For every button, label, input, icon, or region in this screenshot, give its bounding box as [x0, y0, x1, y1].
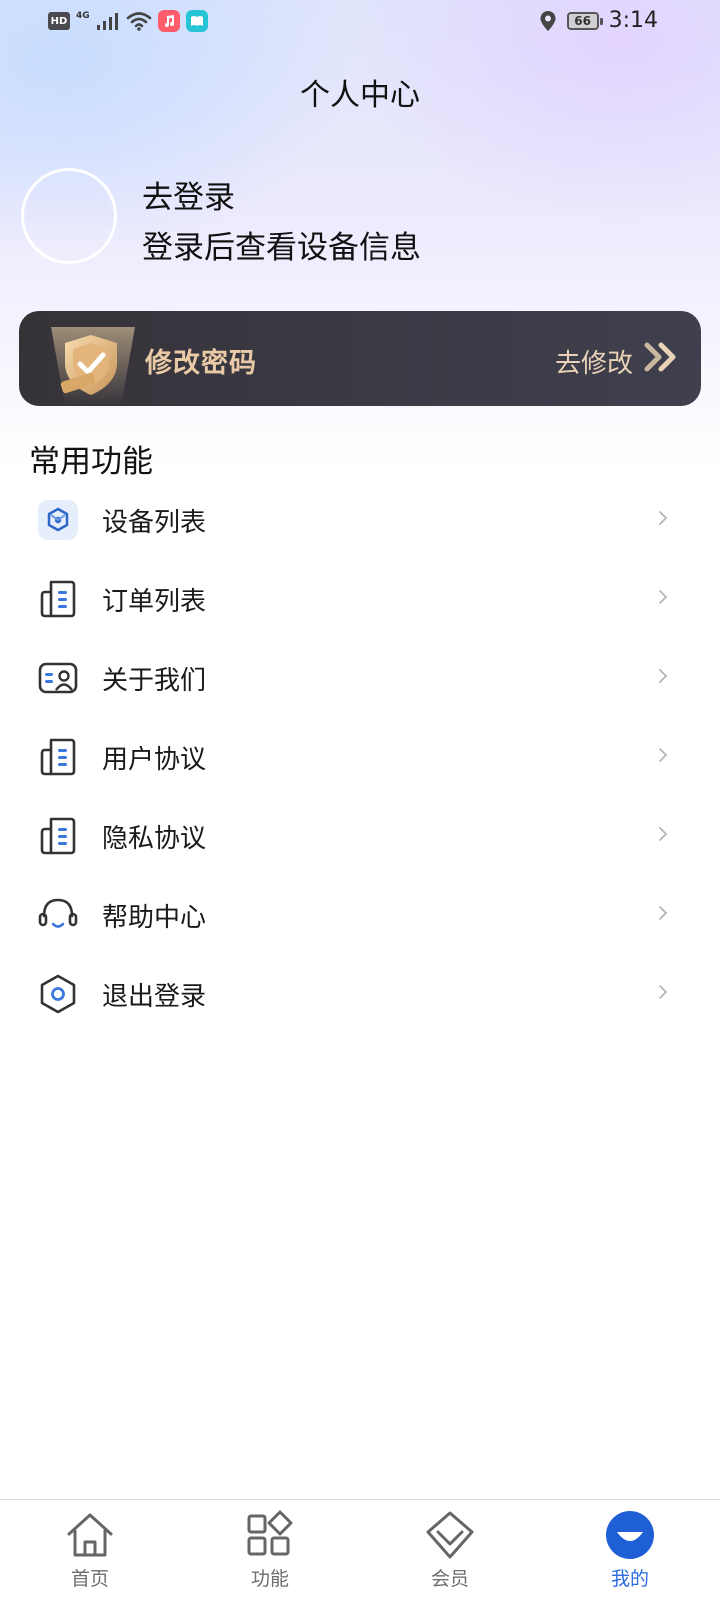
change-password-action[interactable]: 去修改	[555, 343, 633, 380]
menu-label: 设备列表	[102, 508, 207, 538]
login-hint: 登录后查看设备信息	[142, 230, 421, 266]
reader-app-icon	[185, 10, 208, 32]
menu-label: 退出登录	[102, 982, 207, 1012]
grid-icon	[247, 1510, 293, 1556]
music-app-icon	[157, 10, 180, 32]
profile-screen: HD 4G 66 3:14 个人中心 去登录 登录后查看设备信息 修改密码 去修…	[0, 0, 720, 1600]
tab-mine[interactable]: 我的	[560, 1500, 700, 1600]
status-time: 3:14	[608, 8, 658, 33]
menu-item-user-agreement[interactable]: 用户协议	[0, 717, 720, 796]
hexagon-icon	[40, 974, 76, 1014]
tab-member[interactable]: 会员	[380, 1500, 520, 1600]
page-title: 个人中心	[300, 78, 420, 113]
hd-badge: HD	[48, 12, 70, 30]
menu-label: 关于我们	[102, 666, 207, 696]
chevron-right-icon	[659, 748, 668, 762]
tab-label: 功能	[250, 1568, 289, 1590]
menu-label: 用户协议	[102, 745, 207, 775]
tab-label: 我的	[610, 1568, 649, 1590]
change-password-title: 修改密码	[145, 348, 257, 379]
tab-label: 首页	[70, 1568, 109, 1590]
chevron-right-icon	[659, 511, 668, 525]
document-icon	[40, 738, 76, 776]
menu-item-order-list[interactable]: 订单列表	[0, 559, 720, 638]
tab-label: 会员	[430, 1568, 469, 1590]
status-bar: HD 4G 66 3:14	[0, 0, 720, 48]
menu-item-logout[interactable]: 退出登录	[0, 954, 720, 1033]
battery-indicator: 66	[566, 11, 603, 30]
document-icon	[40, 580, 76, 618]
change-password-card[interactable]: 修改密码 去修改	[19, 311, 701, 406]
login-link[interactable]: 去登录	[142, 172, 235, 217]
id-card-icon	[38, 662, 78, 694]
diamond-icon	[426, 1511, 474, 1559]
common-function-list: 设备列表 订单列表 关于我们 用户协议 隐私协议 帮助中心 退出登录	[0, 480, 720, 1033]
status-left: HD 4G	[48, 10, 208, 32]
menu-item-device-list[interactable]: 设备列表	[0, 480, 720, 559]
tab-functions[interactable]: 功能	[200, 1500, 340, 1600]
profile-icon	[606, 1511, 654, 1559]
bottom-tab-bar: 首页 功能 会员 我的	[0, 1499, 720, 1600]
chevron-right-icon	[659, 985, 668, 999]
section-title-common: 常用功能	[29, 444, 153, 480]
device-icon	[38, 500, 78, 540]
chevron-right-icon	[659, 590, 668, 604]
double-chevron-right-icon	[644, 342, 676, 372]
signal-icon	[96, 13, 118, 30]
chevron-right-icon	[659, 669, 668, 683]
menu-label: 订单列表	[102, 587, 207, 617]
chevron-right-icon	[659, 827, 668, 841]
menu-item-help-center[interactable]: 帮助中心	[0, 875, 720, 954]
menu-label: 隐私协议	[102, 824, 207, 854]
chevron-right-icon	[659, 906, 668, 920]
headset-icon	[38, 898, 78, 928]
tab-home[interactable]: 首页	[20, 1500, 160, 1600]
wifi-icon	[126, 12, 151, 31]
avatar[interactable]	[21, 168, 117, 264]
network-type: 4G	[76, 10, 90, 21]
status-right: 66 3:14	[539, 8, 658, 33]
menu-item-about-us[interactable]: 关于我们	[0, 638, 720, 717]
menu-label: 帮助中心	[102, 903, 207, 933]
menu-item-privacy-agreement[interactable]: 隐私协议	[0, 796, 720, 875]
document-icon	[40, 817, 76, 855]
shield-badge-icon	[51, 327, 135, 406]
location-icon	[540, 10, 556, 31]
home-icon	[67, 1513, 113, 1557]
